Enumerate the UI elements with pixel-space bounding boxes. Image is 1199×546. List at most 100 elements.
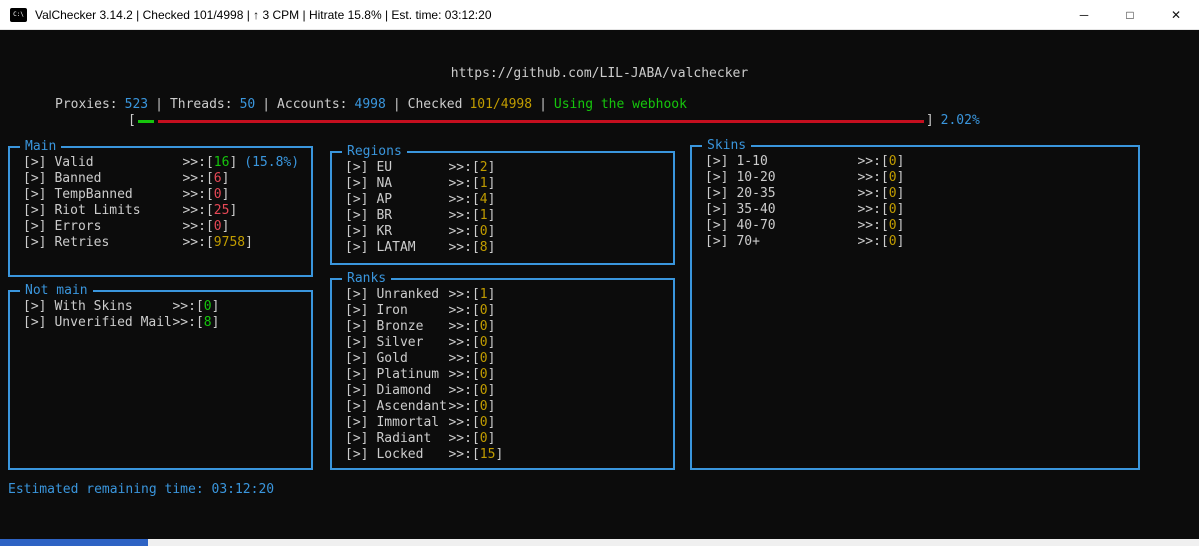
progress-line: [ ] 2.02%: [128, 113, 980, 129]
counter-row: [>]Platinum>>:[0]: [345, 367, 669, 383]
counter-label: Errors: [54, 219, 182, 235]
counter-value: >>:[0]: [448, 319, 495, 335]
progress-bar-green: [138, 120, 154, 123]
counter-label: Locked: [376, 447, 448, 463]
counter-label: 10-20: [736, 170, 857, 186]
counter-row: [>]BR>>:[1]: [345, 208, 669, 224]
counter-row: [>] Silver>>:[0]: [345, 335, 669, 351]
taskbar-strip[interactable]: [0, 539, 1199, 546]
counter-value: >>:[0]: [182, 187, 229, 203]
skins-box: Skins [>]1-10>>:[0][>]10-20>>:[0][>]20-3…: [690, 145, 1140, 470]
counter-row: [>]With Skins>>:[0]: [23, 299, 307, 315]
counter-label: Immortal: [376, 415, 448, 431]
threads-label: Threads:: [170, 97, 233, 113]
app-icon[interactable]: C:\: [10, 8, 27, 22]
row-marker-icon: [>]: [345, 415, 368, 431]
proxies-label: Proxies:: [55, 97, 118, 113]
counter-row: [>]Retries>>:[9758]: [23, 235, 307, 251]
row-marker-icon: [>]: [345, 383, 368, 399]
counter-label: Valid: [54, 155, 182, 171]
counter-row: [>]Unverified Mail>>:[8]: [23, 315, 307, 331]
minimize-button[interactable]: ─: [1061, 0, 1107, 29]
counter-row: [>]Immortal>>:[0]: [345, 415, 669, 431]
ranks-box-rows: [>]Unranked>>:[1][>]Iron>>:[0][>]Bronze>…: [332, 280, 673, 463]
close-button[interactable]: ✕: [1153, 0, 1199, 29]
github-url: https://github.com/LIL-JABA/valchecker: [0, 66, 1199, 82]
counter-row: [>]KR>>:[0]: [345, 224, 669, 240]
checked-value: 101/4998: [469, 97, 532, 113]
row-marker-icon: [>]: [345, 208, 368, 224]
row-marker-icon: [>]: [23, 203, 46, 219]
progress-open-bracket: [: [128, 113, 136, 129]
counter-label: Gold: [376, 351, 448, 367]
counter-value: >>:[0]: [857, 170, 904, 186]
counter-label: 70+: [736, 234, 857, 250]
row-marker-icon: [>]: [345, 335, 368, 351]
estimated-time-line: Estimated remaining time: 03:12:20: [8, 482, 274, 498]
counter-value: >>:[9758]: [182, 235, 252, 251]
regions-box-title: Regions: [342, 144, 407, 160]
counter-row: [>]LATAM>>:[8]: [345, 240, 669, 256]
row-marker-icon: [>]: [345, 351, 368, 367]
not-main-box: Not main [>]With Skins>>:[0][>]Unverifie…: [8, 290, 313, 470]
counter-row: [>]Banned>>:[6]: [23, 171, 307, 187]
counter-value: >>:[0]: [448, 431, 495, 447]
accounts-value: 4998: [355, 97, 386, 113]
counter-value: >>:[0]: [172, 299, 219, 315]
counter-label: 35-40: [736, 202, 857, 218]
counter-row: [>]Iron>>:[0]: [345, 303, 669, 319]
counter-value: >>:[0]: [857, 186, 904, 202]
proxies-value: 523: [125, 97, 148, 113]
counter-row: [>] NA>>:[1]: [345, 176, 669, 192]
counter-label: TempBanned: [54, 187, 182, 203]
counter-row: [>] TempBanned>>:[0]: [23, 187, 307, 203]
regions-box: Regions [>]EU>>:[2][>]NA>>:[1][>]AP>>:[4…: [330, 151, 675, 265]
minimize-icon: ─: [1080, 8, 1089, 22]
counter-value: >>:[1]: [448, 176, 495, 192]
counter-row: [>]Diamond>>:[0]: [345, 383, 669, 399]
counter-label: EU: [376, 160, 448, 176]
counter-label: 1-10: [736, 154, 857, 170]
counter-label: Ascendant: [376, 399, 448, 415]
counter-label: NA: [376, 176, 448, 192]
counter-label: Iron: [376, 303, 448, 319]
counter-row: [>]Errors>>:[0]: [23, 219, 307, 235]
counter-row: [>]Bronze>>:[0]: [345, 319, 669, 335]
counter-label: Unverified Mail: [54, 315, 172, 331]
counter-value: >>:[0]: [857, 218, 904, 234]
row-marker-icon: [>]: [345, 240, 368, 256]
maximize-icon: □: [1126, 8, 1133, 22]
close-icon: ✕: [1171, 8, 1181, 22]
counter-label: Radiant: [376, 431, 448, 447]
taskbar-accent[interactable]: [0, 539, 148, 546]
checked-label: Checked: [408, 97, 463, 113]
counter-label: Riot Limits: [54, 203, 182, 219]
counter-value: >>:[0]: [448, 351, 495, 367]
counter-value: >>:[0]: [448, 224, 495, 240]
counter-row: [>]Locked>>:[15]: [345, 447, 669, 463]
counter-row: [>]EU>>:[2]: [345, 160, 669, 176]
counter-label: 20-35: [736, 186, 857, 202]
counter-label: Silver: [376, 335, 448, 351]
row-marker-icon: [>]: [345, 319, 368, 335]
counter-value: >>:[0]: [448, 335, 495, 351]
progress-bar-red: [158, 120, 924, 123]
not-main-box-title: Not main: [20, 283, 93, 299]
window-titlebar[interactable]: C:\ ValChecker 3.14.2 | Checked 101/4998…: [0, 0, 1199, 30]
window-title: ValChecker 3.14.2 | Checked 101/4998 | ↑…: [35, 8, 492, 22]
counter-percent: (15.8%): [244, 155, 299, 171]
console-output: https://github.com/LIL-JABA/valchecker P…: [0, 30, 1199, 539]
row-marker-icon: [>]: [23, 187, 46, 203]
maximize-button[interactable]: □: [1107, 0, 1153, 29]
counter-label: Retries: [54, 235, 182, 251]
counter-row: [>]AP>>:[4]: [345, 192, 669, 208]
counter-label: Unranked: [376, 287, 448, 303]
row-marker-icon: [>]: [345, 176, 368, 192]
row-marker-icon: [>]: [705, 186, 728, 202]
row-marker-icon: [>]: [23, 155, 46, 171]
row-marker-icon: [>]: [705, 170, 728, 186]
row-marker-icon: [>]: [345, 431, 368, 447]
row-marker-icon: [>]: [345, 287, 368, 303]
counter-row: [>] 20-35>>:[0]: [705, 186, 1134, 202]
accounts-label: Accounts:: [277, 97, 347, 113]
